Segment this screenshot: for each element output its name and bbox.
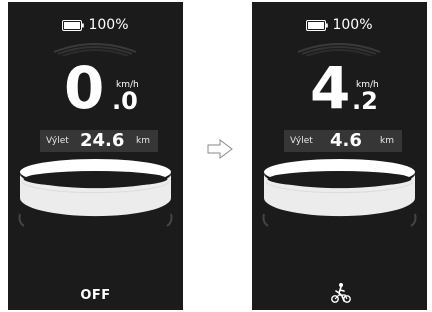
battery-percent: 100% <box>88 17 129 33</box>
battery-percent: 100% <box>332 17 373 33</box>
speed-readout: 0 km/h .0 <box>8 58 183 122</box>
speed-decimal: .2 <box>352 87 378 115</box>
speed-readout: 4 km/h .2 <box>252 58 427 122</box>
trip-label: Výlet <box>290 136 313 146</box>
display-walk-mode: 100% 4 km/h .2 Výlet 4.6 km <box>252 2 427 310</box>
trip-unit: km <box>136 136 150 146</box>
power-arc-icon <box>297 43 381 56</box>
battery-indicator: 100% <box>252 16 427 34</box>
trip-unit: km <box>380 136 394 146</box>
battery-indicator: 100% <box>8 16 183 34</box>
speed-integer: 4 <box>310 54 351 122</box>
assist-ring-icon <box>18 159 173 227</box>
speed-integer: 0 <box>64 54 105 122</box>
battery-icon <box>306 19 329 31</box>
assist-mode-label: OFF <box>80 288 111 303</box>
trip-bar: Výlet 24.6 km <box>40 130 158 152</box>
trip-value: 4.6 <box>330 130 362 151</box>
battery-icon <box>62 19 85 31</box>
walk-assist-icon <box>331 283 351 303</box>
display-off-mode: 100% 0 km/h .0 Výlet 24.6 km OFF <box>8 2 183 310</box>
assist-ring-icon <box>262 159 417 227</box>
power-arc-icon <box>53 43 137 56</box>
trip-value: 24.6 <box>80 130 125 151</box>
speed-decimal: .0 <box>112 87 138 115</box>
trip-label: Výlet <box>46 136 69 146</box>
transition-arrow-icon <box>207 139 233 159</box>
trip-bar: Výlet 4.6 km <box>284 130 402 152</box>
